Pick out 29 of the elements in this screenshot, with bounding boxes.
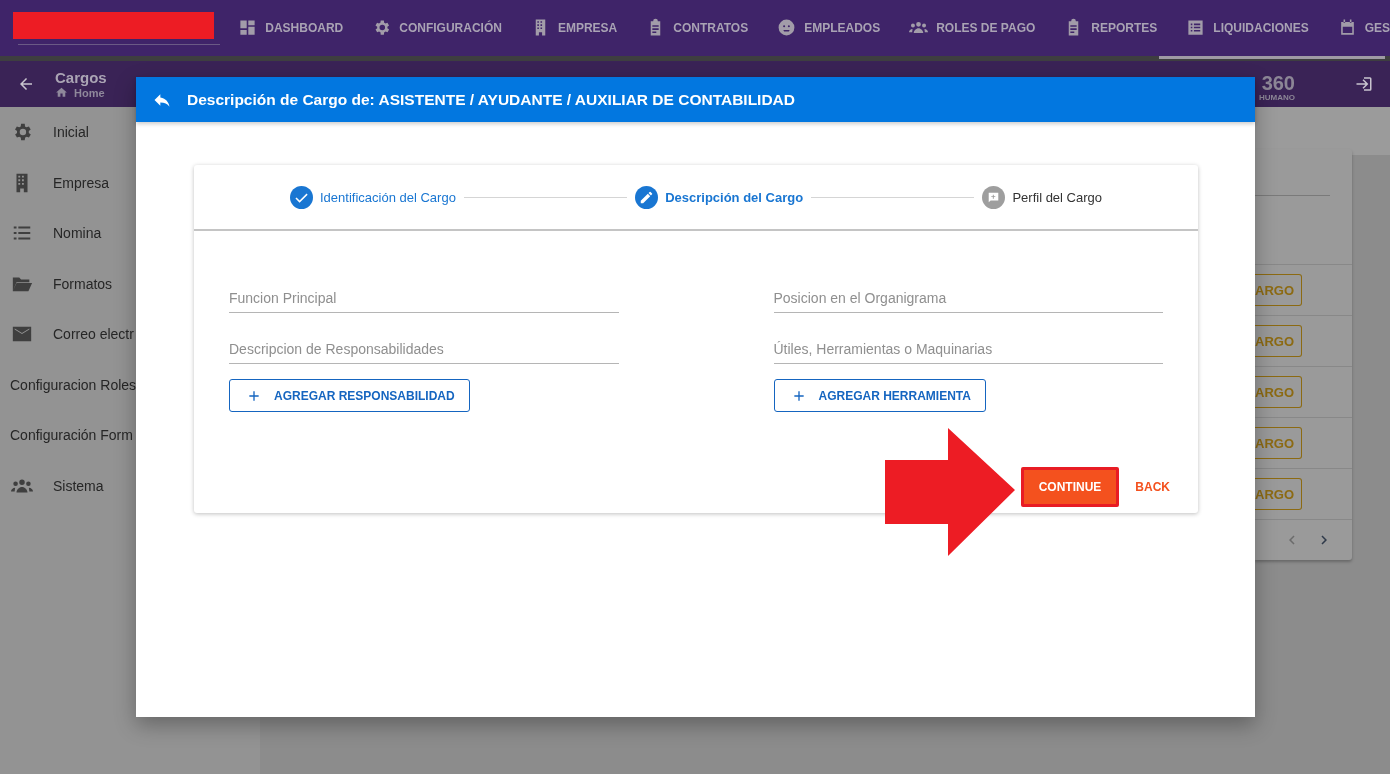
- sidebar-item[interactable]: Configuracion Roles: [10, 376, 137, 393]
- step[interactable]: Identificación del Cargo: [290, 185, 456, 209]
- back-button[interactable]: BACK: [1135, 480, 1170, 494]
- nav-link[interactable]: DASHBOARD: [238, 18, 344, 37]
- sidebar-item[interactable]: Sistema: [53, 477, 104, 494]
- logo-text: 360: [1261, 72, 1295, 93]
- dialog-title: Descripción de Cargo de: ASISTENTE / AYUDANTE / AUXILIAR DE CONTABILIDAD: [187, 90, 795, 109]
- page-title: Cargos: [55, 69, 107, 86]
- step[interactable]: Perfil del Cargo: [982, 185, 1102, 209]
- sidebar-item[interactable]: Empresa: [53, 174, 110, 191]
- sidebar-item[interactable]: Nomina: [53, 225, 102, 241]
- sidebar-item[interactable]: Inicial: [53, 124, 89, 140]
- nav-link[interactable]: CONFIGURACIÓN: [372, 18, 502, 37]
- continue-button[interactable]: CONTINUE: [1020, 467, 1120, 507]
- step[interactable]: Descripción del Cargo: [635, 185, 804, 209]
- nav-link[interactable]: REPORTES: [1064, 18, 1158, 37]
- nav-link[interactable]: EMPRESA: [530, 18, 618, 37]
- logo-subtitle: HUMANO: [1259, 92, 1295, 102]
- breadcrumb-link[interactable]: Home: [74, 86, 105, 99]
- add-button[interactable]: AGREGAR HERRAMIENTA: [773, 379, 986, 412]
- sidebar-item[interactable]: Formatos: [53, 275, 113, 292]
- sidebar-item[interactable]: Configuración Form: [10, 427, 133, 443]
- nav-link[interactable]: LIQUIDACIONES: [1186, 18, 1309, 37]
- nav-link[interactable]: EMPLEADOS: [777, 18, 881, 37]
- sidebar-item[interactable]: Correo electr: [53, 326, 134, 342]
- nav-link[interactable]: ROLES DE PAGO: [909, 18, 1036, 37]
- nav-link[interactable]: GES: [1337, 18, 1390, 37]
- add-button[interactable]: AGREGAR RESPONSABILIDAD: [229, 379, 470, 412]
- nav-link[interactable]: CONTRATOS: [646, 18, 749, 37]
